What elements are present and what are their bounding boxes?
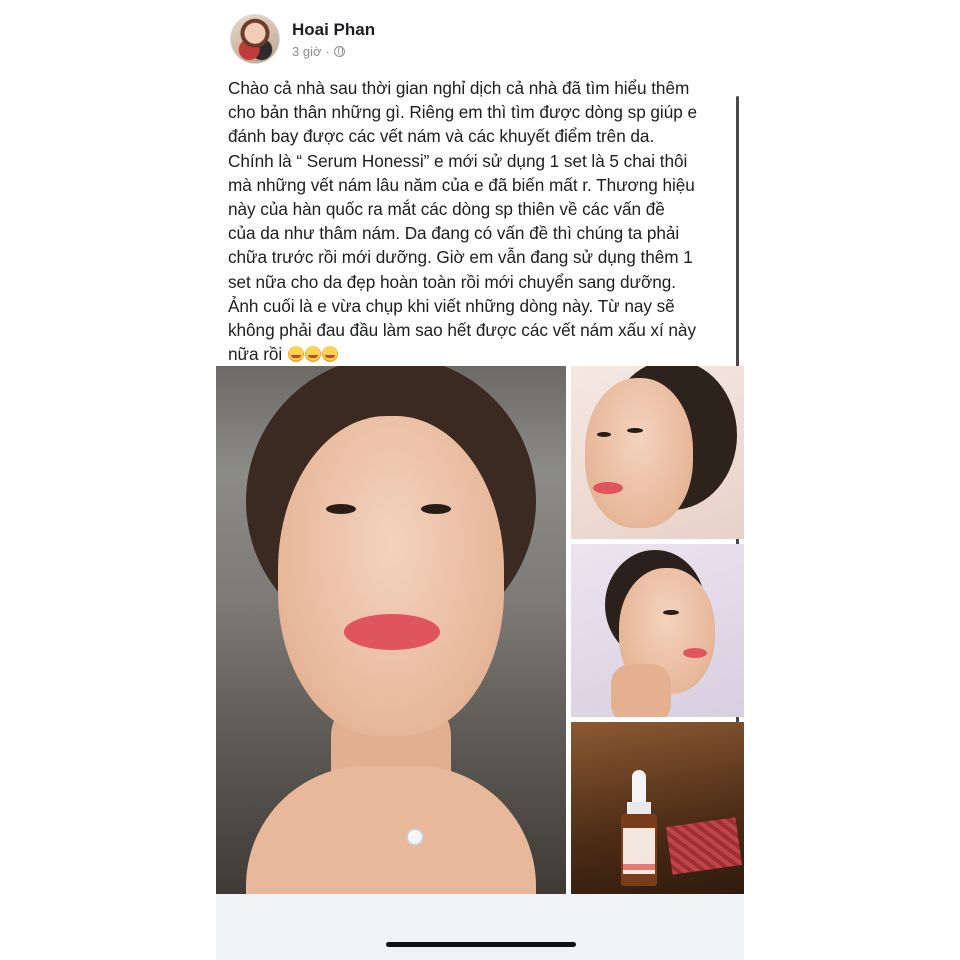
photo-profile-1[interactable] [571,366,744,539]
smiling-face-with-hearts-icon [321,346,338,363]
post-header: Hoai Phan 3 giờ · [230,14,710,66]
globe-icon [333,46,345,57]
photo-grid [216,366,744,894]
author-avatar[interactable] [230,14,280,64]
smiling-face-with-hearts-icon [304,346,321,363]
post-meta: 3 giờ · [292,44,345,59]
post-text: Chào cả nhà sau thời gian nghỉ dịch cả n… [228,78,697,365]
photo-selfie-main[interactable] [216,366,566,894]
smiling-face-with-hearts-icon [287,346,304,363]
home-indicator[interactable] [386,942,576,947]
facebook-post: Hoai Phan 3 giờ · Chào cả nhà sau thời g… [216,0,744,960]
post-time[interactable]: 3 giờ [292,44,322,59]
comment-area [216,894,744,960]
photo-serum-bottle[interactable] [571,722,744,894]
photo-profile-2[interactable] [571,544,744,717]
author-name[interactable]: Hoai Phan [292,20,375,40]
post-body: Chào cả nhà sau thời gian nghỉ dịch cả n… [228,76,748,366]
